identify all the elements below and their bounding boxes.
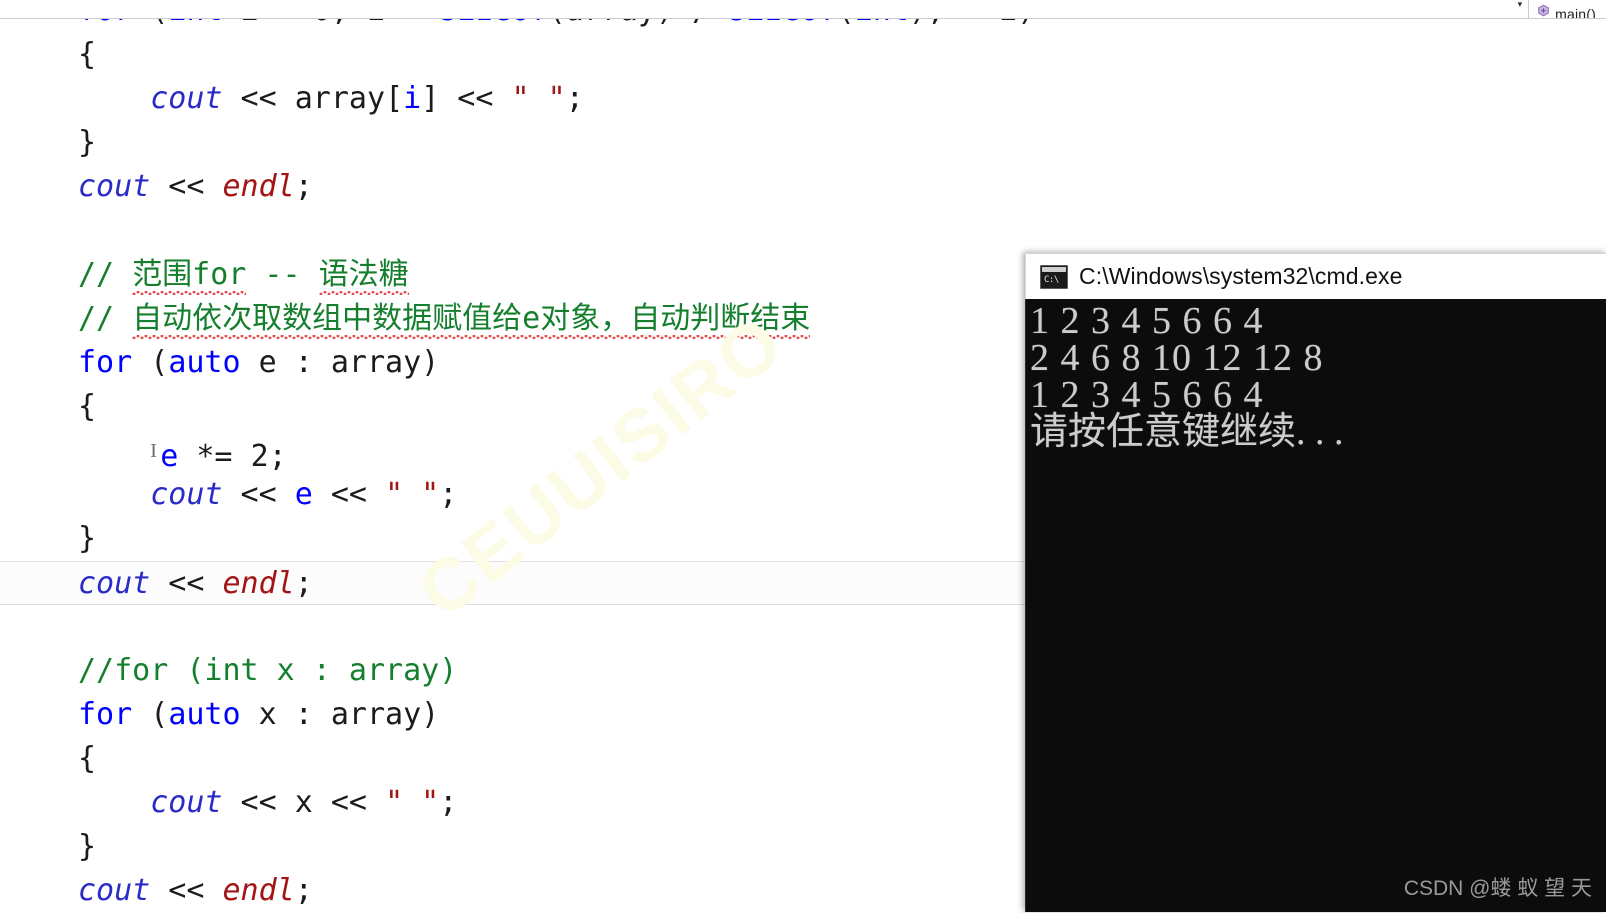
member-dropdown-label: main() bbox=[1555, 6, 1596, 19]
line-open-brace-3-token-0: { bbox=[78, 741, 97, 776]
console-output-line: 2 4 6 8 10 12 12 8 bbox=[1030, 337, 1324, 379]
line-for-index-token-1: ( bbox=[132, 19, 168, 28]
visual-studio-editor-window: ▾ main() for (int i = 0; i < sizeof(arra… bbox=[0, 0, 1606, 912]
line-cout-x-token-2: x bbox=[294, 785, 313, 820]
line-cout-array-i-token-1: << bbox=[222, 81, 295, 116]
line-for-index-token-7: (array) / bbox=[548, 19, 729, 28]
line-for-auto-e-token-1: ( bbox=[132, 345, 169, 380]
chevron-down-icon[interactable]: ▾ bbox=[0, 0, 1528, 12]
console-output-line: 1 2 3 4 5 6 6 4 bbox=[1030, 374, 1264, 416]
line-cout-x-token-0: cout bbox=[150, 785, 223, 820]
line-for-auto-x-token-3: x : array) bbox=[240, 697, 440, 732]
line-for-index-token-2: int bbox=[168, 19, 222, 28]
line-for-index-token-8: sizeof bbox=[728, 19, 836, 28]
line-for-index-token-11: ); ++i) bbox=[909, 19, 1035, 28]
line-cout-x-token-3: << bbox=[312, 785, 386, 820]
line-cout-endl-3-token-1: << bbox=[150, 873, 223, 908]
line-cout-e-token-2: e bbox=[294, 477, 313, 512]
line-cout-endl-2-token-0: cout bbox=[78, 566, 151, 601]
line-for-auto-e-token-2: auto bbox=[168, 345, 241, 380]
line-cout-endl-2-token-1: << bbox=[150, 566, 223, 601]
line-cout-array-i-token-0: cout bbox=[150, 81, 223, 116]
text-cursor-icon: I bbox=[150, 440, 157, 462]
line-comment-auto-assign-token-0: // bbox=[78, 301, 133, 336]
line-for-auto-x-token-2: auto bbox=[168, 697, 241, 732]
line-cout-endl-3-token-0: cout bbox=[78, 873, 151, 908]
line-open-brace-2-token-0: { bbox=[78, 389, 97, 424]
line-cout-e-token-4: " " bbox=[385, 477, 440, 512]
line-close-brace-1[interactable]: } bbox=[0, 121, 1606, 165]
member-dropdown[interactable]: main() bbox=[1529, 0, 1606, 18]
line-cout-x-token-4: " " bbox=[385, 785, 440, 820]
line-cout-endl-2-token-2: endl bbox=[222, 566, 295, 601]
line-for-auto-e-token-3: e : array) bbox=[240, 345, 440, 380]
line-for-index-token-3: i = bbox=[223, 19, 313, 28]
line-for-index-token-5: ; i < bbox=[331, 19, 439, 28]
line-blank-1[interactable] bbox=[0, 209, 1606, 253]
line-e-times-2-token-2: 2 bbox=[250, 439, 269, 474]
line-e-times-2-token-0: e bbox=[160, 439, 179, 474]
method-icon bbox=[1537, 4, 1550, 17]
line-cout-array-i-token-6: " " bbox=[511, 81, 566, 116]
line-cout-e-token-3: << bbox=[312, 477, 386, 512]
line-for-auto-x-token-0: for bbox=[78, 697, 133, 732]
line-comment-range-for-token-3: 语法糖 bbox=[318, 257, 409, 297]
line-cout-x-token-5: ; bbox=[439, 785, 458, 820]
line-cout-e-token-0: cout bbox=[150, 477, 223, 512]
line-cout-x-token-1: << bbox=[222, 785, 295, 820]
line-cout-array-i-token-3: [ bbox=[385, 81, 404, 116]
line-for-auto-x-token-1: ( bbox=[132, 697, 169, 732]
line-cout-array-i-token-7: ; bbox=[565, 81, 584, 116]
console-output-area[interactable]: 1 2 3 4 5 6 6 42 4 6 8 10 12 12 81 2 3 4… bbox=[1025, 299, 1606, 912]
line-cout-endl-1-token-2: endl bbox=[222, 169, 295, 204]
line-for-index[interactable]: for (int i = 0; i < sizeof(array) / size… bbox=[0, 19, 1606, 33]
line-cout-endl-1[interactable]: cout << endl; bbox=[0, 165, 1606, 209]
line-cout-endl-1-token-1: << bbox=[150, 169, 223, 204]
line-for-index-token-0: for bbox=[78, 19, 132, 28]
line-e-times-2-token-3: ; bbox=[268, 439, 287, 474]
scope-dropdown[interactable]: ▾ bbox=[0, 0, 1530, 18]
console-output-line: 请按任意键继续. . . bbox=[1030, 411, 1344, 453]
line-close-brace-3-token-0: } bbox=[78, 829, 97, 864]
line-cout-array-i-token-5: ] << bbox=[421, 81, 512, 116]
line-cout-endl-3-token-3: ; bbox=[294, 873, 313, 908]
line-cout-e-token-1: << bbox=[222, 477, 295, 512]
line-cout-endl-1-token-3: ; bbox=[294, 169, 313, 204]
line-cout-e-token-5: ; bbox=[439, 477, 458, 512]
line-comment-range-for-token-0: // bbox=[78, 257, 133, 292]
console-title-bar[interactable]: C:\ C:\Windows\system32\cmd.exe bbox=[1025, 253, 1606, 299]
console-icon-prompt: C:\ bbox=[1044, 274, 1059, 285]
line-cout-array-i-token-2: array bbox=[294, 81, 386, 116]
line-open-brace-1[interactable]: { bbox=[0, 33, 1606, 77]
line-open-brace-1-token-0: { bbox=[78, 37, 97, 72]
line-for-index-token-6: sizeof bbox=[439, 19, 547, 28]
cmd-console-window[interactable]: C:\ C:\Windows\system32\cmd.exe 1 2 3 4 … bbox=[1025, 253, 1606, 912]
line-comment-for-int-x-token-0: //for (int x : array) bbox=[78, 653, 458, 688]
line-for-auto-e-token-0: for bbox=[78, 345, 133, 380]
line-comment-range-for-token-1: 范围for bbox=[132, 257, 247, 297]
line-comment-auto-assign-token-1: 自动依次取数组中数据赋值给e对象，自动判断结束 bbox=[132, 301, 811, 341]
line-for-index-token-4: 0 bbox=[313, 19, 331, 28]
line-cout-array-i[interactable]: cout << array[i] << " "; bbox=[0, 77, 1606, 121]
line-for-index-token-10: int bbox=[855, 19, 909, 28]
line-comment-range-for-token-2: -- bbox=[246, 257, 319, 292]
line-for-index-token-9: ( bbox=[837, 19, 855, 28]
cmd-console-icon: C:\ bbox=[1040, 264, 1068, 289]
line-cout-endl-2-token-3: ; bbox=[294, 566, 313, 601]
line-e-times-2-token-1: *= bbox=[178, 439, 251, 474]
line-close-brace-2-token-0: } bbox=[78, 521, 97, 556]
line-close-brace-1-token-0: } bbox=[78, 125, 97, 160]
line-cout-endl-3-token-2: endl bbox=[222, 873, 295, 908]
code-navigation-bar: ▾ main() bbox=[0, 0, 1606, 19]
line-cout-array-i-token-4: i bbox=[403, 81, 422, 116]
console-title-text: C:\Windows\system32\cmd.exe bbox=[1079, 263, 1403, 289]
line-cout-endl-1-token-0: cout bbox=[78, 169, 151, 204]
console-output-line: 1 2 3 4 5 6 6 4 bbox=[1030, 300, 1264, 342]
